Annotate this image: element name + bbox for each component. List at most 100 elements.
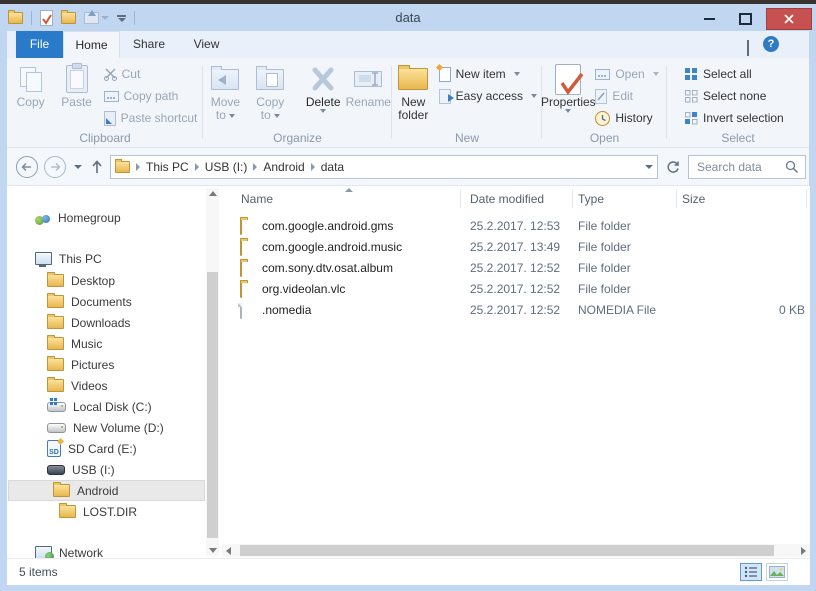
sidebar-item-videos[interactable]: Videos: [15, 375, 213, 396]
horizontal-scrollbar[interactable]: [222, 544, 810, 557]
horizontal-scrollbar-thumb[interactable]: [240, 545, 774, 556]
minimize-icon: [704, 18, 715, 20]
file-icon: [240, 303, 242, 319]
sidebar-item-sd-card-e[interactable]: SDSD Card (E:): [15, 438, 213, 459]
sd-card-icon: SD: [47, 440, 61, 457]
scroll-down-icon[interactable]: [209, 548, 217, 553]
help-button[interactable]: ?: [763, 36, 779, 52]
breadcrumb-usb[interactable]: USB (I:): [205, 160, 248, 174]
delete-x-icon: [308, 66, 338, 92]
thumbnail-view-icon: [769, 566, 785, 578]
downloads-folder-icon: [47, 316, 64, 329]
minimize-button[interactable]: [694, 8, 724, 30]
column-divider[interactable]: [676, 190, 677, 208]
sidebar-item-new-volume-d[interactable]: New Volume (D:): [15, 417, 213, 438]
copy-path-button[interactable]: Copy path: [100, 85, 183, 107]
sidebar-item-local-disk-c[interactable]: Local Disk (C:): [15, 396, 213, 417]
homegroup-icon: [35, 211, 51, 225]
usb-drive-icon: [47, 465, 65, 475]
cut-button[interactable]: Cut: [100, 63, 145, 85]
maximize-button[interactable]: [730, 8, 760, 30]
tab-share[interactable]: Share: [120, 31, 178, 58]
address-bar: This PC USB (I:) Android data: [7, 148, 809, 186]
sidebar-scrollbar[interactable]: [206, 188, 219, 556]
open-button[interactable]: Open: [591, 63, 662, 85]
copy-icon: [20, 67, 42, 92]
forward-button[interactable]: [43, 155, 67, 179]
rename-button[interactable]: Rename: [346, 60, 391, 109]
scroll-right-icon[interactable]: [801, 547, 806, 555]
tab-view[interactable]: View: [178, 31, 235, 58]
breadcrumb-this-pc[interactable]: This PC: [146, 160, 189, 174]
copy-button[interactable]: Copy: [8, 60, 54, 109]
sidebar-item-desktop[interactable]: Desktop: [15, 270, 213, 291]
column-header-name[interactable]: Name: [241, 192, 273, 206]
tab-file[interactable]: File: [16, 31, 63, 58]
paste-shortcut-icon: [104, 111, 116, 126]
search-input[interactable]: [695, 159, 785, 175]
breadcrumb-data[interactable]: data: [321, 160, 344, 174]
breadcrumb-android[interactable]: Android: [263, 160, 304, 174]
open-icon: [595, 69, 610, 80]
delete-button[interactable]: Delete: [301, 60, 346, 113]
new-folder-button[interactable]: New folder: [392, 60, 435, 122]
column-divider[interactable]: [806, 190, 807, 208]
column-divider[interactable]: [572, 190, 573, 208]
select-all-button[interactable]: Select all: [681, 63, 756, 85]
file-row[interactable]: com.google.android.gms 25.2.2017. 12:53 …: [228, 216, 813, 237]
copy-path-icon: [104, 91, 119, 102]
up-button[interactable]: [89, 158, 105, 176]
music-folder-icon: [47, 337, 64, 350]
select-none-button[interactable]: Select none: [681, 85, 770, 107]
address-box[interactable]: This PC USB (I:) Android data: [110, 155, 658, 179]
chevron-down-icon: [531, 94, 537, 98]
new-item-icon: [439, 67, 451, 82]
tab-home[interactable]: Home: [63, 31, 120, 58]
copy-to-button[interactable]: Copy to: [248, 60, 293, 122]
sidebar-item-music[interactable]: Music: [15, 333, 213, 354]
recent-locations-button[interactable]: [74, 165, 82, 169]
back-button[interactable]: [15, 155, 39, 179]
column-header-size[interactable]: Size: [682, 192, 705, 206]
sidebar-item-downloads[interactable]: Downloads: [15, 312, 213, 333]
address-dropdown-button[interactable]: [645, 165, 653, 169]
sidebar-item-android[interactable]: Android: [8, 480, 205, 501]
sidebar-item-pictures[interactable]: Pictures: [15, 354, 213, 375]
collapse-ribbon-button[interactable]: [747, 42, 749, 56]
ribbon-tab-row: File Home Share View ?: [7, 31, 809, 58]
sidebar-item-usb-i[interactable]: USB (I:): [15, 459, 213, 480]
folder-icon: [240, 282, 242, 298]
refresh-button[interactable]: [665, 159, 681, 175]
file-row[interactable]: com.google.android.music 25.2.2017. 13:4…: [228, 237, 813, 258]
new-item-button[interactable]: New item: [435, 63, 524, 85]
sidebar-item-documents[interactable]: Documents: [15, 291, 213, 312]
file-row[interactable]: .nomedia 25.2.2017. 12:52 NOMEDIA File 0…: [228, 300, 813, 321]
column-divider[interactable]: [460, 190, 461, 208]
ribbon: Copy Paste Cut Copy path: [7, 58, 809, 148]
copy-to-icon: [256, 69, 284, 90]
file-row[interactable]: com.sony.dtv.osat.album 25.2.2017. 12:52…: [228, 258, 813, 279]
sidebar-item-this-pc[interactable]: This PC: [15, 248, 213, 269]
details-view-button[interactable]: [740, 563, 762, 581]
details-view-icon: [744, 566, 758, 578]
scroll-up-icon[interactable]: [209, 191, 217, 196]
scroll-left-icon[interactable]: [226, 547, 231, 555]
edit-button[interactable]: Edit: [591, 85, 637, 107]
file-row[interactable]: org.videolan.vlc 25.2.2017. 12:52 File f…: [228, 279, 813, 300]
select-none-icon: [685, 90, 698, 103]
properties-button[interactable]: Properties: [545, 60, 591, 113]
sidebar-item-lost-dir[interactable]: LOST.DIR: [15, 501, 213, 522]
close-button[interactable]: [766, 8, 812, 30]
sidebar-item-homegroup[interactable]: Homegroup: [15, 207, 213, 228]
large-icons-view-button[interactable]: [766, 563, 788, 581]
column-header-date-modified[interactable]: Date modified: [470, 192, 544, 206]
history-button[interactable]: History: [591, 107, 656, 129]
move-to-button[interactable]: Move to: [203, 60, 248, 122]
easy-access-button[interactable]: Easy access: [435, 85, 541, 107]
column-header-type[interactable]: Type: [578, 192, 604, 206]
paste-button[interactable]: Paste: [54, 60, 100, 109]
ribbon-group-select: Select all Select none Invert selection …: [667, 58, 809, 147]
paste-shortcut-button[interactable]: Paste shortcut: [100, 107, 202, 129]
sidebar-scrollbar-thumb[interactable]: [207, 272, 218, 538]
invert-selection-button[interactable]: Invert selection: [681, 107, 788, 129]
